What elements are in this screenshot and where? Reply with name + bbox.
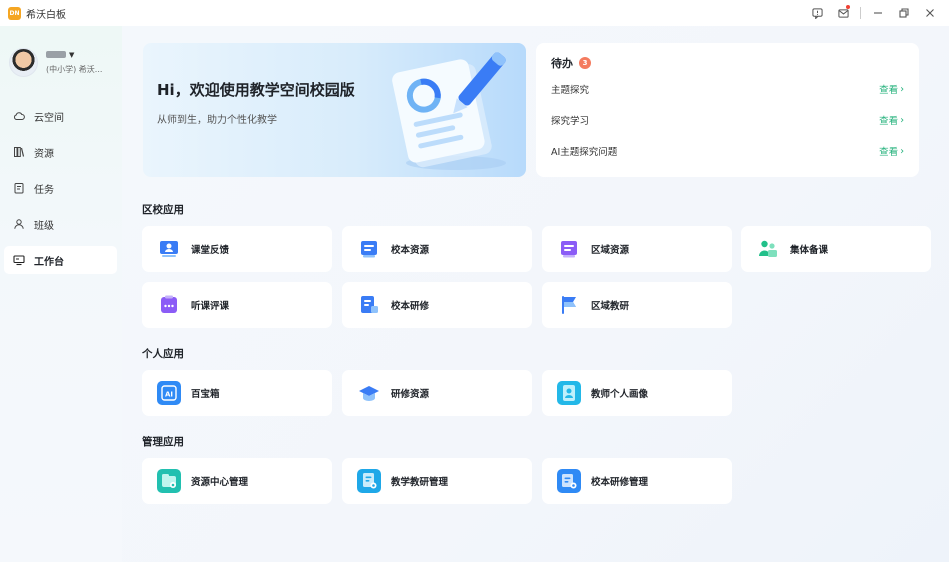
app-card-label: 校本研修 bbox=[391, 301, 430, 312]
sidebar-item-cloud[interactable]: 云空间 bbox=[4, 102, 117, 130]
app-card-resource-center[interactable]: 资源中心管理 bbox=[142, 458, 332, 504]
app-card-label: 区域教研 bbox=[591, 301, 630, 312]
school-resource-icon bbox=[357, 237, 381, 261]
app-card-label: 课堂反馈 bbox=[191, 245, 230, 256]
app-card-label: 资源中心管理 bbox=[191, 477, 249, 488]
app-card-teacher-portrait[interactable]: 教师个人画像 bbox=[542, 370, 732, 416]
document-pen-illustration-icon bbox=[392, 52, 506, 170]
todo-item-label: 主题探究 bbox=[551, 85, 590, 96]
sidebar-item-tasks[interactable]: 任务 bbox=[4, 174, 117, 202]
app-logo-icon: DN bbox=[8, 6, 21, 20]
sidebar-item-label: 任务 bbox=[34, 184, 54, 196]
section-title-school-apps: 区校应用 bbox=[142, 204, 184, 216]
app-card-label: 百宝箱 bbox=[191, 389, 220, 400]
ai-toolbox-icon: AI bbox=[157, 381, 181, 405]
todo-count-badge: 3 bbox=[579, 57, 591, 69]
app-card-school-resource[interactable]: 校本资源 bbox=[342, 226, 532, 272]
todo-item-label: 探究学习 bbox=[551, 116, 590, 127]
app-card-label: 区域资源 bbox=[591, 245, 630, 256]
sidebar-item-label: 云空间 bbox=[34, 112, 64, 124]
todo-item: AI主题探究问题 查看 › bbox=[551, 143, 904, 159]
welcome-banner: Hi，欢迎使用教学空间校园版 从师到生，助力个性化教学 bbox=[143, 43, 526, 177]
app-card-label: 校本研修管理 bbox=[591, 477, 649, 488]
app-card-label: 研修资源 bbox=[391, 389, 430, 400]
chevron-right-icon: › bbox=[900, 145, 904, 157]
sidebar-item-class[interactable]: 班级 bbox=[4, 210, 117, 238]
sidebar-item-label: 工作台 bbox=[34, 256, 64, 268]
todo-panel: 待办 3 主题探究 查看 › 探究学习 查看 › AI主题探究问题 查看 › bbox=[536, 43, 919, 177]
app-title: 希沃白板 bbox=[26, 9, 66, 21]
books-icon bbox=[13, 146, 25, 158]
todo-view-link[interactable]: 查看 › bbox=[879, 82, 904, 97]
title-bar: DN 希沃白板 bbox=[0, 0, 949, 26]
app-card-classroom-feedback[interactable]: 课堂反馈 bbox=[142, 226, 332, 272]
todo-view-link[interactable]: 查看 › bbox=[879, 144, 904, 159]
lesson-review-icon bbox=[157, 293, 181, 317]
app-card-label: 教学教研管理 bbox=[391, 477, 449, 488]
todo-item-label: AI主题探究问题 bbox=[551, 147, 618, 158]
app-card-school-research-manage[interactable]: 校本研修管理 bbox=[542, 458, 732, 504]
sidebar-nav: 云空间 资源 任务 班级 工作台 bbox=[4, 102, 117, 282]
sidebar: ▼ (中小学) 希沃... 云空间 资源 任务 班级 工作台 bbox=[0, 26, 122, 562]
school-research-manage-icon bbox=[557, 469, 581, 493]
app-card-label: 集体备课 bbox=[790, 245, 829, 256]
window-separator bbox=[860, 7, 861, 19]
window-controls bbox=[804, 0, 943, 26]
graduation-cap-icon bbox=[357, 381, 381, 405]
avatar[interactable] bbox=[9, 48, 38, 77]
user-name-redacted bbox=[46, 51, 66, 58]
sidebar-item-label: 资源 bbox=[34, 148, 54, 160]
cloud-icon bbox=[13, 110, 25, 122]
teacher-portrait-icon bbox=[557, 381, 581, 405]
app-card-region-research[interactable]: 区域教研 bbox=[542, 282, 732, 328]
chevron-right-icon: › bbox=[900, 83, 904, 95]
app-card-ai-toolbox[interactable]: AI 百宝箱 bbox=[142, 370, 332, 416]
school-research-icon bbox=[357, 293, 381, 317]
monitor-icon bbox=[13, 254, 25, 266]
app-card-region-resource[interactable]: 区域资源 bbox=[542, 226, 732, 272]
classroom-feedback-icon bbox=[157, 237, 181, 261]
region-research-flag-icon bbox=[557, 293, 581, 317]
resource-center-icon bbox=[157, 469, 181, 493]
todo-item: 探究学习 查看 › bbox=[551, 112, 904, 128]
section-title-personal-apps: 个人应用 bbox=[142, 348, 184, 360]
chevron-right-icon: › bbox=[900, 114, 904, 126]
sidebar-item-workbench[interactable]: 工作台 bbox=[4, 246, 117, 274]
app-card-label: 听课评课 bbox=[191, 301, 230, 312]
app-card-training-resource[interactable]: 研修资源 bbox=[342, 370, 532, 416]
todo-view-link[interactable]: 查看 › bbox=[879, 113, 904, 128]
todo-header: 待办 3 bbox=[551, 55, 591, 71]
app-card-label: 教师个人画像 bbox=[591, 389, 649, 400]
sidebar-item-label: 班级 bbox=[34, 220, 54, 232]
feedback-icon[interactable] bbox=[804, 0, 830, 26]
main-content: Hi，欢迎使用教学空间校园版 从师到生，助力个性化教学 待办 3 主题探究 查看… bbox=[122, 26, 949, 562]
app-card-group-prepare[interactable]: 集体备课 bbox=[741, 226, 931, 272]
notification-dot bbox=[846, 5, 850, 9]
class-icon bbox=[13, 218, 25, 230]
sidebar-item-resources[interactable]: 资源 bbox=[4, 138, 117, 166]
app-card-lesson-review[interactable]: 听课评课 bbox=[142, 282, 332, 328]
profile-school: (中小学) 希沃... bbox=[46, 65, 103, 74]
teaching-research-icon bbox=[357, 469, 381, 493]
group-prepare-icon bbox=[756, 237, 780, 261]
todo-title: 待办 bbox=[551, 57, 573, 70]
banner-subtitle: 从师到生，助力个性化教学 bbox=[157, 115, 277, 126]
user-profile[interactable]: ▼ (中小学) 希沃... bbox=[9, 48, 102, 77]
mail-icon[interactable] bbox=[830, 0, 856, 26]
close-icon[interactable] bbox=[917, 0, 943, 26]
section-title-management-apps: 管理应用 bbox=[142, 436, 184, 448]
app-card-teaching-research[interactable]: 教学教研管理 bbox=[342, 458, 532, 504]
minimize-icon[interactable] bbox=[865, 0, 891, 26]
chevron-down-icon[interactable]: ▼ bbox=[69, 51, 74, 59]
todo-item: 主题探究 查看 › bbox=[551, 81, 904, 97]
app-card-school-research[interactable]: 校本研修 bbox=[342, 282, 532, 328]
task-icon bbox=[13, 182, 25, 194]
region-resource-icon bbox=[557, 237, 581, 261]
app-card-label: 校本资源 bbox=[391, 245, 430, 256]
restore-icon[interactable] bbox=[891, 0, 917, 26]
banner-title: Hi，欢迎使用教学空间校园版 bbox=[157, 81, 355, 99]
profile-name[interactable]: ▼ bbox=[46, 48, 102, 61]
svg-text:AI: AI bbox=[165, 391, 173, 399]
